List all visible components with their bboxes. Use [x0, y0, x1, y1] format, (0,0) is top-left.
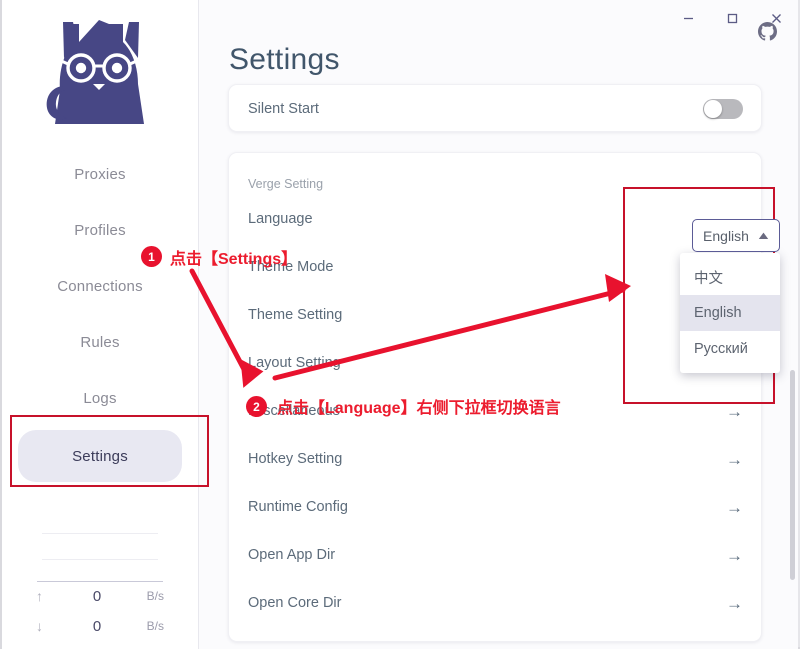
sidebar-item-settings-slot: Settings	[2, 426, 198, 486]
annotation-text-2: 点击【Language】右侧下拉框切换语言	[277, 394, 561, 418]
scrollbar-track[interactable]	[790, 90, 795, 640]
row-label: Runtime Config	[248, 499, 726, 515]
minimize-icon[interactable]	[666, 3, 710, 33]
chevron-right-icon: →	[726, 595, 743, 612]
sidebar: Proxies Profiles Connections Rules Logs …	[2, 0, 199, 649]
sidebar-nav: Proxies Profiles Connections Rules Logs …	[2, 146, 198, 486]
main-panel: Settings Silent Start Verge Setting Lang…	[199, 0, 798, 649]
row-silent-start[interactable]: Silent Start	[229, 85, 761, 132]
sparkline-axis	[37, 581, 163, 582]
download-value: 0	[70, 618, 124, 635]
row-hotkey-setting[interactable]: Hotkey Setting →	[229, 435, 761, 483]
chevron-right-icon: →	[726, 547, 743, 564]
upload-arrow-icon: ↑	[36, 588, 70, 604]
page-title: Settings	[229, 43, 340, 77]
sparkline-gridline	[42, 533, 158, 534]
caret-up-icon	[758, 232, 769, 240]
sidebar-item-label: Logs	[83, 390, 116, 407]
row-language[interactable]: Language	[229, 195, 761, 243]
annotation-text-1: 点击【Settings】	[170, 245, 297, 269]
row-open-app-dir[interactable]: Open App Dir →	[229, 531, 761, 579]
group-label-verge-setting: Verge Setting	[229, 153, 761, 195]
annotation-badge-1: 1	[141, 246, 162, 267]
row-label: Theme Mode	[248, 259, 743, 275]
app-logo	[2, 12, 198, 136]
chevron-right-icon: →	[726, 451, 743, 468]
maximize-icon[interactable]	[710, 3, 754, 33]
page-header: Settings	[199, 34, 798, 86]
language-select[interactable]: English	[692, 219, 780, 252]
row-label: Open Core Dir	[248, 595, 726, 611]
row-label: Theme Setting	[248, 307, 726, 323]
download-unit: B/s	[124, 619, 164, 633]
toggle-knob	[704, 100, 722, 118]
traffic-panel: ↑ 0 B/s ↓ 0 B/s	[2, 521, 198, 641]
traffic-sparkline	[42, 521, 158, 575]
sidebar-item-proxies[interactable]: Proxies	[18, 146, 182, 202]
traffic-download-row: ↓ 0 B/s	[36, 611, 164, 641]
language-option-russian[interactable]: Русский	[680, 331, 780, 367]
row-label: Hotkey Setting	[248, 451, 726, 467]
github-icon[interactable]	[754, 18, 780, 44]
settings-card-top: Silent Start	[228, 84, 762, 132]
chevron-right-icon: →	[726, 499, 743, 516]
cat-logo-icon	[43, 12, 157, 136]
row-label: Layout Setting	[248, 355, 726, 371]
upload-unit: B/s	[124, 589, 164, 603]
row-label: Language	[248, 211, 743, 227]
silent-start-toggle[interactable]	[703, 99, 743, 119]
language-option-chinese[interactable]: 中文	[680, 259, 780, 295]
sidebar-item-label: Connections	[57, 278, 143, 295]
scrollbar-thumb[interactable]	[790, 370, 795, 580]
sidebar-item-label: Proxies	[74, 166, 125, 183]
chevron-right-icon: →	[726, 403, 743, 420]
app-window: Proxies Profiles Connections Rules Logs …	[0, 0, 800, 649]
sidebar-item-logs[interactable]: Logs	[18, 370, 182, 426]
annotation-badge-2: 2	[246, 396, 267, 417]
row-runtime-config[interactable]: Runtime Config →	[229, 483, 761, 531]
sidebar-item-label: Profiles	[74, 222, 126, 239]
window-titlebar[interactable]	[199, 0, 798, 36]
sidebar-item-label: Rules	[80, 334, 119, 351]
language-option-english[interactable]: English	[680, 295, 780, 331]
row-label: Open App Dir	[248, 547, 726, 563]
download-arrow-icon: ↓	[36, 618, 70, 634]
language-select-value: English	[703, 228, 749, 244]
sparkline-gridline	[42, 559, 158, 560]
sidebar-item-settings[interactable]: Settings	[18, 430, 182, 482]
traffic-upload-row: ↑ 0 B/s	[36, 581, 164, 611]
sidebar-item-connections[interactable]: Connections	[18, 258, 182, 314]
row-label: Silent Start	[248, 101, 703, 117]
sidebar-item-label: Settings	[72, 448, 128, 465]
sidebar-item-rules[interactable]: Rules	[18, 314, 182, 370]
language-dropdown-menu[interactable]: 中文 English Русский	[680, 253, 780, 373]
upload-value: 0	[70, 588, 124, 605]
row-open-core-dir[interactable]: Open Core Dir →	[229, 579, 761, 627]
